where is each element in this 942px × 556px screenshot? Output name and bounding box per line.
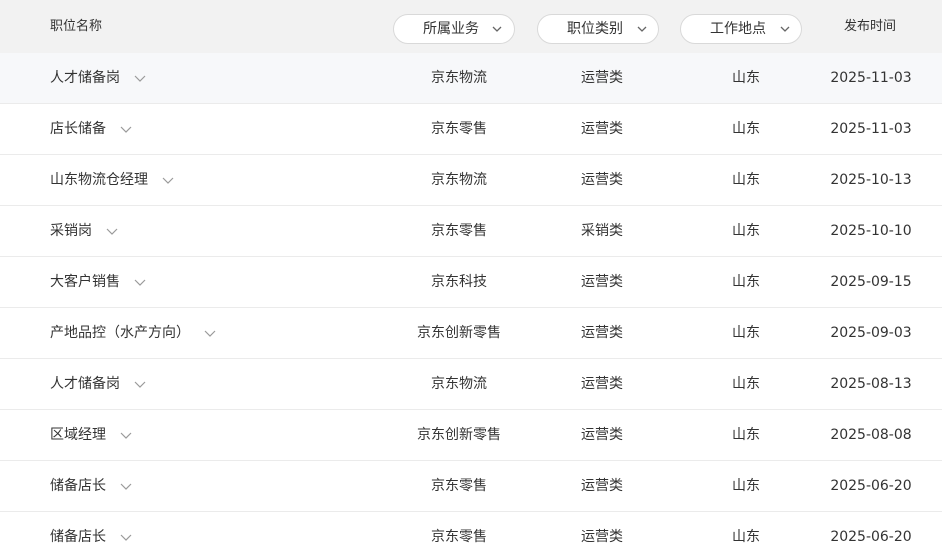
publish-date-cell: 2025-06-20 <box>830 529 912 545</box>
category-cell: 运营类 <box>581 274 623 290</box>
business-cell: 京东物流 <box>431 172 487 188</box>
table-row[interactable]: 产地品控（水产方向） 京东创新零售 运营类 山东 2025-09-03 <box>0 308 942 359</box>
chevron-down-icon[interactable] <box>119 428 133 442</box>
publish-date-cell: 2025-09-03 <box>830 325 912 341</box>
chevron-down-icon <box>637 26 647 32</box>
category-cell: 运营类 <box>581 172 623 188</box>
table-row[interactable]: 区域经理 京东创新零售 运营类 山东 2025-08-08 <box>0 410 942 461</box>
location-cell: 山东 <box>732 121 760 137</box>
location-cell: 山东 <box>732 223 760 239</box>
table-header: 职位名称 所属业务 职位类别 工作地点 发布时间 <box>0 0 942 53</box>
publish-date-cell: 2025-11-03 <box>830 121 912 137</box>
category-cell: 运营类 <box>581 376 623 392</box>
column-header-title: 职位名称 <box>50 19 103 34</box>
table-row[interactable]: 山东物流仓经理 京东物流 运营类 山东 2025-10-13 <box>0 155 942 206</box>
location-cell: 山东 <box>732 70 760 86</box>
category-cell: 运营类 <box>581 478 623 494</box>
table-row[interactable]: 店长储备 京东零售 运营类 山东 2025-11-03 <box>0 104 942 155</box>
filter-location-dropdown[interactable]: 工作地点 <box>680 14 802 44</box>
business-cell: 京东物流 <box>431 70 487 86</box>
business-cell: 京东零售 <box>431 223 487 239</box>
filter-location-label: 工作地点 <box>710 21 766 37</box>
job-title-cell[interactable]: 储备店长 <box>50 512 133 556</box>
publish-date-cell: 2025-08-08 <box>830 427 912 443</box>
chevron-down-icon[interactable] <box>133 377 147 391</box>
business-cell: 京东物流 <box>431 376 487 392</box>
category-cell: 运营类 <box>581 325 623 341</box>
job-title-cell[interactable]: 店长储备 <box>50 104 133 154</box>
job-list-table: 职位名称 所属业务 职位类别 工作地点 发布时间 人才储备岗 京东物流 运营类 山东 2… <box>0 0 942 556</box>
chevron-down-icon[interactable] <box>105 224 119 238</box>
column-header-date: 发布时间 <box>844 19 897 34</box>
job-title-cell[interactable]: 山东物流仓经理 <box>50 155 175 205</box>
chevron-down-icon[interactable] <box>133 71 147 85</box>
publish-date-cell: 2025-09-15 <box>830 274 912 290</box>
filter-business-dropdown[interactable]: 所属业务 <box>393 14 515 44</box>
job-title[interactable]: 区域经理 <box>50 410 106 460</box>
category-cell: 运营类 <box>581 70 623 86</box>
chevron-down-icon[interactable] <box>203 326 217 340</box>
table-row[interactable]: 储备店长 京东零售 运营类 山东 2025-06-20 <box>0 512 942 556</box>
job-title[interactable]: 储备店长 <box>50 461 106 511</box>
location-cell: 山东 <box>732 478 760 494</box>
category-cell: 运营类 <box>581 529 623 545</box>
table-row[interactable]: 采销岗 京东零售 采销类 山东 2025-10-10 <box>0 206 942 257</box>
job-title[interactable]: 采销岗 <box>50 206 92 256</box>
publish-date-cell: 2025-06-20 <box>830 478 912 494</box>
business-cell: 京东零售 <box>431 121 487 137</box>
chevron-down-icon <box>492 26 502 32</box>
job-title[interactable]: 山东物流仓经理 <box>50 155 148 205</box>
chevron-down-icon[interactable] <box>119 530 133 544</box>
job-title-cell[interactable]: 人才储备岗 <box>50 359 147 409</box>
business-cell: 京东零售 <box>431 529 487 545</box>
table-row[interactable]: 大客户销售 京东科技 运营类 山东 2025-09-15 <box>0 257 942 308</box>
job-title-cell[interactable]: 产地品控（水产方向） <box>50 308 217 358</box>
chevron-down-icon[interactable] <box>133 275 147 289</box>
category-cell: 采销类 <box>581 223 623 239</box>
location-cell: 山东 <box>732 325 760 341</box>
category-cell: 运营类 <box>581 427 623 443</box>
job-title-cell[interactable]: 大客户销售 <box>50 257 147 307</box>
job-title-cell[interactable]: 区域经理 <box>50 410 133 460</box>
chevron-down-icon[interactable] <box>119 122 133 136</box>
publish-date-cell: 2025-11-03 <box>830 70 912 86</box>
location-cell: 山东 <box>732 376 760 392</box>
job-title-cell[interactable]: 人才储备岗 <box>50 53 147 103</box>
job-title[interactable]: 店长储备 <box>50 104 106 154</box>
chevron-down-icon <box>780 26 790 32</box>
business-cell: 京东创新零售 <box>417 325 501 341</box>
job-title[interactable]: 储备店长 <box>50 512 106 556</box>
job-title[interactable]: 大客户销售 <box>50 257 120 307</box>
job-title[interactable]: 人才储备岗 <box>50 359 120 409</box>
publish-date-cell: 2025-08-13 <box>830 376 912 392</box>
job-title-cell[interactable]: 储备店长 <box>50 461 133 511</box>
publish-date-cell: 2025-10-13 <box>830 172 912 188</box>
table-row[interactable]: 人才储备岗 京东物流 运营类 山东 2025-11-03 <box>0 53 942 104</box>
chevron-down-icon[interactable] <box>119 479 133 493</box>
job-title[interactable]: 产地品控（水产方向） <box>50 308 190 358</box>
filter-business-label: 所属业务 <box>423 21 479 37</box>
publish-date-cell: 2025-10-10 <box>830 223 912 239</box>
job-title-cell[interactable]: 采销岗 <box>50 206 119 256</box>
business-cell: 京东创新零售 <box>417 427 501 443</box>
job-title[interactable]: 人才储备岗 <box>50 53 120 103</box>
filter-category-label: 职位类别 <box>567 21 623 37</box>
filter-category-dropdown[interactable]: 职位类别 <box>537 14 659 44</box>
location-cell: 山东 <box>732 529 760 545</box>
location-cell: 山东 <box>732 172 760 188</box>
table-row[interactable]: 储备店长 京东零售 运营类 山东 2025-06-20 <box>0 461 942 512</box>
location-cell: 山东 <box>732 427 760 443</box>
chevron-down-icon[interactable] <box>161 173 175 187</box>
business-cell: 京东零售 <box>431 478 487 494</box>
location-cell: 山东 <box>732 274 760 290</box>
category-cell: 运营类 <box>581 121 623 137</box>
business-cell: 京东科技 <box>431 274 487 290</box>
table-row[interactable]: 人才储备岗 京东物流 运营类 山东 2025-08-13 <box>0 359 942 410</box>
